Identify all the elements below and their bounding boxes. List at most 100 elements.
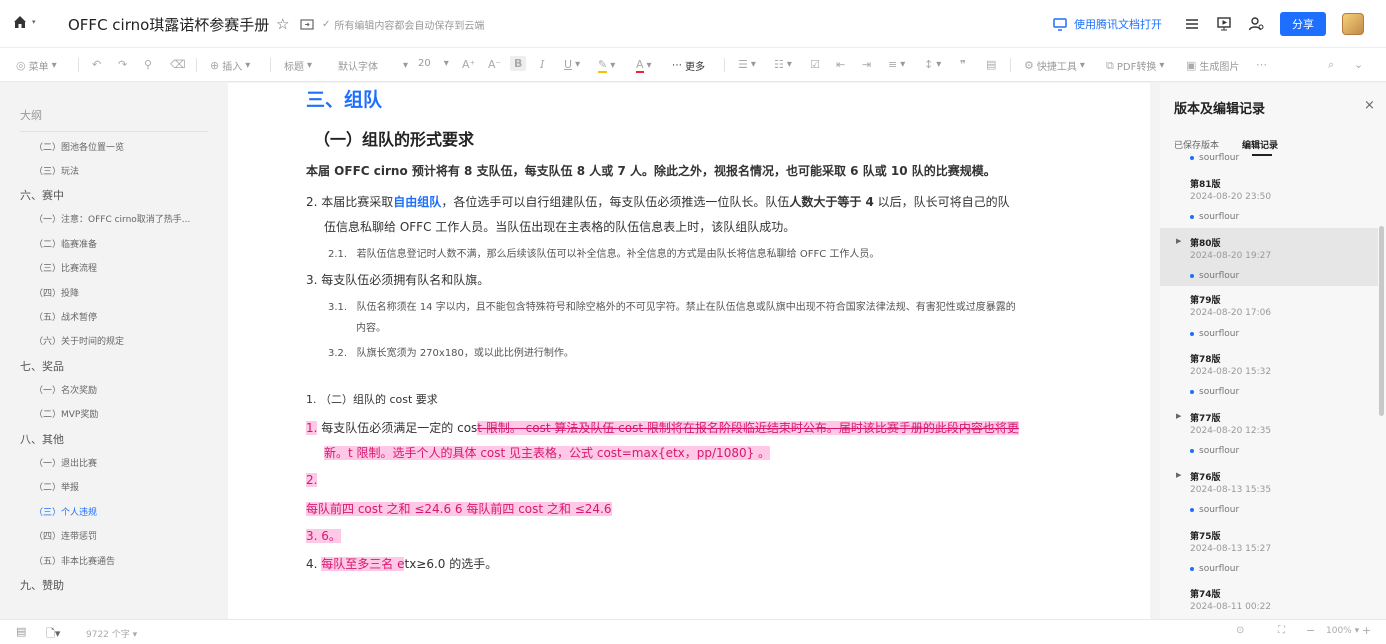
home-icon[interactable]	[12, 14, 28, 30]
insert-dropdown[interactable]: ⊕ 插入 ▾	[210, 58, 250, 73]
quick-tools-dropdown[interactable]: ⚙ 快捷工具 ▾	[1024, 58, 1085, 73]
collaborator-icon[interactable]	[1248, 16, 1264, 32]
line-spacing-dropdown[interactable]: ↕ ▾	[924, 58, 941, 71]
outline-item[interactable]: 九、赞助	[20, 577, 64, 593]
redo-icon: ↷	[118, 58, 128, 71]
doc-title[interactable]: OFFC cirno琪露诺杯参赛手册	[68, 14, 269, 35]
menu-circle-icon: ◎	[16, 59, 26, 72]
star-icon[interactable]: ☆	[276, 15, 289, 33]
link-free-team[interactable]: 自由组队	[393, 195, 441, 209]
outline-item[interactable]: 六、赛中	[20, 187, 64, 203]
avatar[interactable]	[1342, 13, 1364, 35]
outline-item[interactable]: （二）临赛准备	[34, 237, 97, 250]
clear-format-button[interactable]: ⌫	[170, 58, 186, 71]
target-icon[interactable]: ⊙	[1236, 625, 1244, 636]
outline-item[interactable]: （二）举报	[34, 480, 79, 493]
version-date: 2024-08-20 12:35	[1190, 426, 1272, 436]
quote-button[interactable]: ❞	[960, 58, 966, 71]
format-painter-button[interactable]: ⚲	[144, 58, 152, 71]
underline-dropdown[interactable]: U ▾	[564, 58, 580, 71]
version-item[interactable]: 第81版 2024-08-20 23:50 sourflour	[1160, 171, 1378, 227]
outline-item[interactable]: 七、奖品	[20, 358, 64, 374]
menu-icon[interactable]	[1184, 16, 1200, 32]
bold-button[interactable]: B	[510, 56, 527, 71]
outline-item[interactable]: （一）退出比赛	[34, 456, 97, 469]
comment-button[interactable]: ▤	[986, 58, 996, 71]
version-item[interactable]: 第75版 2024-08-13 15:27 sourflour	[1160, 523, 1378, 579]
checklist-button[interactable]: ☑	[810, 58, 820, 71]
outline-item[interactable]: （五）战术暂停	[34, 310, 97, 323]
list-item-4: 4. 每队至多三名 etx≥6.0 的选手。	[306, 555, 497, 572]
chevron-down-icon[interactable]: ▾	[32, 18, 36, 26]
expand-arrow-icon[interactable]: ▶	[1176, 412, 1181, 420]
inserted-text: 3. 6。	[306, 529, 341, 543]
panel-scrollbar[interactable]	[1379, 226, 1384, 416]
font-color-dropdown[interactable]: A ▾	[636, 58, 652, 73]
bullet-list-dropdown[interactable]: ☰ ▾	[738, 58, 756, 71]
expand-arrow-icon[interactable]: ▶	[1176, 237, 1181, 245]
open-in-tencent-docs-button[interactable]: 使用腾讯文档打开	[1052, 16, 1162, 32]
scroll-gutter	[1150, 83, 1160, 619]
outline-item[interactable]: （二）图池各位置一览	[34, 140, 124, 153]
outline-item[interactable]: （一）注意：OFFC cirno取消了热手...	[34, 212, 190, 225]
pdf-convert-dropdown[interactable]: ⧉ PDF转换 ▾	[1106, 58, 1164, 74]
version-item[interactable]: 第74版 2024-08-11 00:22	[1160, 581, 1378, 619]
outline-item[interactable]: （三）比赛流程	[34, 261, 97, 274]
document-canvas[interactable]: 三、组队 （一）组队的形式要求 本届 OFFC cirno 预计将有 8 支队伍…	[228, 83, 1150, 619]
document-icon[interactable]: 🗋▾	[46, 625, 60, 644]
version-item[interactable]: ▶ 第77版 2024-08-20 12:35 sourflour	[1160, 405, 1378, 461]
word-count[interactable]: 9722 个字 ▾	[86, 627, 137, 640]
chevron-down-icon: ▾	[750, 59, 756, 70]
version-user: sourflour	[1190, 212, 1239, 222]
zoom-out-icon[interactable]: −	[1306, 624, 1315, 637]
menu-dropdown[interactable]: ◎ 菜单 ▾	[16, 58, 57, 73]
font-size-dropdown[interactable]: 20 ▾	[418, 58, 449, 69]
indent-increase-button[interactable]: ⇥	[862, 58, 871, 71]
toolbar-more-button[interactable]: ⋯	[1256, 58, 1267, 71]
more-button[interactable]: ⋯ 更多	[672, 58, 705, 73]
fullscreen-icon[interactable]: ⛶	[1278, 625, 1285, 636]
generate-image-button[interactable]: ▣ 生成图片	[1186, 58, 1239, 73]
search-button[interactable]: ⌕	[1328, 58, 1334, 72]
version-item[interactable]: 第78版 2024-08-20 15:32 sourflour	[1160, 346, 1378, 402]
move-folder-icon[interactable]	[299, 16, 315, 32]
font-label: 默认字体	[338, 62, 378, 73]
decrease-font-button[interactable]: A⁻	[488, 58, 501, 71]
highlight-dropdown[interactable]: ✎ ▾	[598, 58, 615, 73]
font-dropdown[interactable]: 默认字体 ▾	[338, 58, 408, 73]
version-user: sourflour	[1190, 505, 1239, 515]
collapse-toolbar-button[interactable]: ⌄	[1354, 58, 1363, 71]
share-button[interactable]: 分享	[1280, 12, 1326, 36]
bullet-list-icon: ☰	[738, 58, 748, 71]
home-menu[interactable]: ▾	[12, 14, 36, 30]
zoom-in-icon[interactable]: +	[1362, 624, 1371, 637]
outline-item[interactable]: （三）玩法	[34, 164, 79, 177]
close-icon[interactable]: ×	[1364, 98, 1375, 113]
outline-item-active[interactable]: （三）个人违规	[34, 505, 97, 518]
outline-item[interactable]: （五）非本比赛通告	[34, 554, 115, 567]
outline-item[interactable]: （四）连带惩罚	[34, 529, 97, 542]
numbered-list-dropdown[interactable]: ☷ ▾	[774, 58, 792, 71]
zoom-level[interactable]: 100% ▾	[1326, 626, 1359, 636]
heading-dropdown[interactable]: 标题 ▾	[284, 58, 312, 73]
outline-item[interactable]: 八、其他	[20, 431, 64, 447]
align-dropdown[interactable]: ≡ ▾	[888, 58, 905, 71]
indent-decrease-button[interactable]: ⇤	[836, 58, 845, 71]
outline-item[interactable]: （六）关于时间的规定	[34, 334, 124, 347]
outline-item[interactable]: （四）投降	[34, 286, 79, 299]
outline-toggle-icon[interactable]: ▤	[16, 625, 26, 638]
version-item[interactable]: 第79版 2024-08-20 17:06 sourflour	[1160, 287, 1378, 343]
expand-arrow-icon[interactable]: ▶	[1176, 471, 1181, 479]
tab-edit-history[interactable]: 编辑记录	[1242, 138, 1278, 151]
present-icon[interactable]	[1216, 16, 1232, 32]
list-item-3-1-line2: 内容。	[356, 323, 386, 334]
italic-button[interactable]: I	[540, 58, 544, 71]
version-item[interactable]: ▶ 第76版 2024-08-13 15:35 sourflour	[1160, 464, 1378, 520]
increase-font-button[interactable]: A⁺	[462, 58, 475, 71]
tab-saved-versions[interactable]: 已保存版本	[1174, 138, 1219, 151]
outline-item[interactable]: （二）MVP奖励	[34, 407, 98, 420]
undo-button[interactable]: ↶	[92, 58, 101, 71]
redo-button[interactable]: ↷	[118, 58, 127, 71]
outline-item[interactable]: （一）名次奖励	[34, 383, 97, 396]
version-item-selected[interactable]: ▶ 第80版 2024-08-20 19:27 sourflour	[1160, 228, 1378, 286]
